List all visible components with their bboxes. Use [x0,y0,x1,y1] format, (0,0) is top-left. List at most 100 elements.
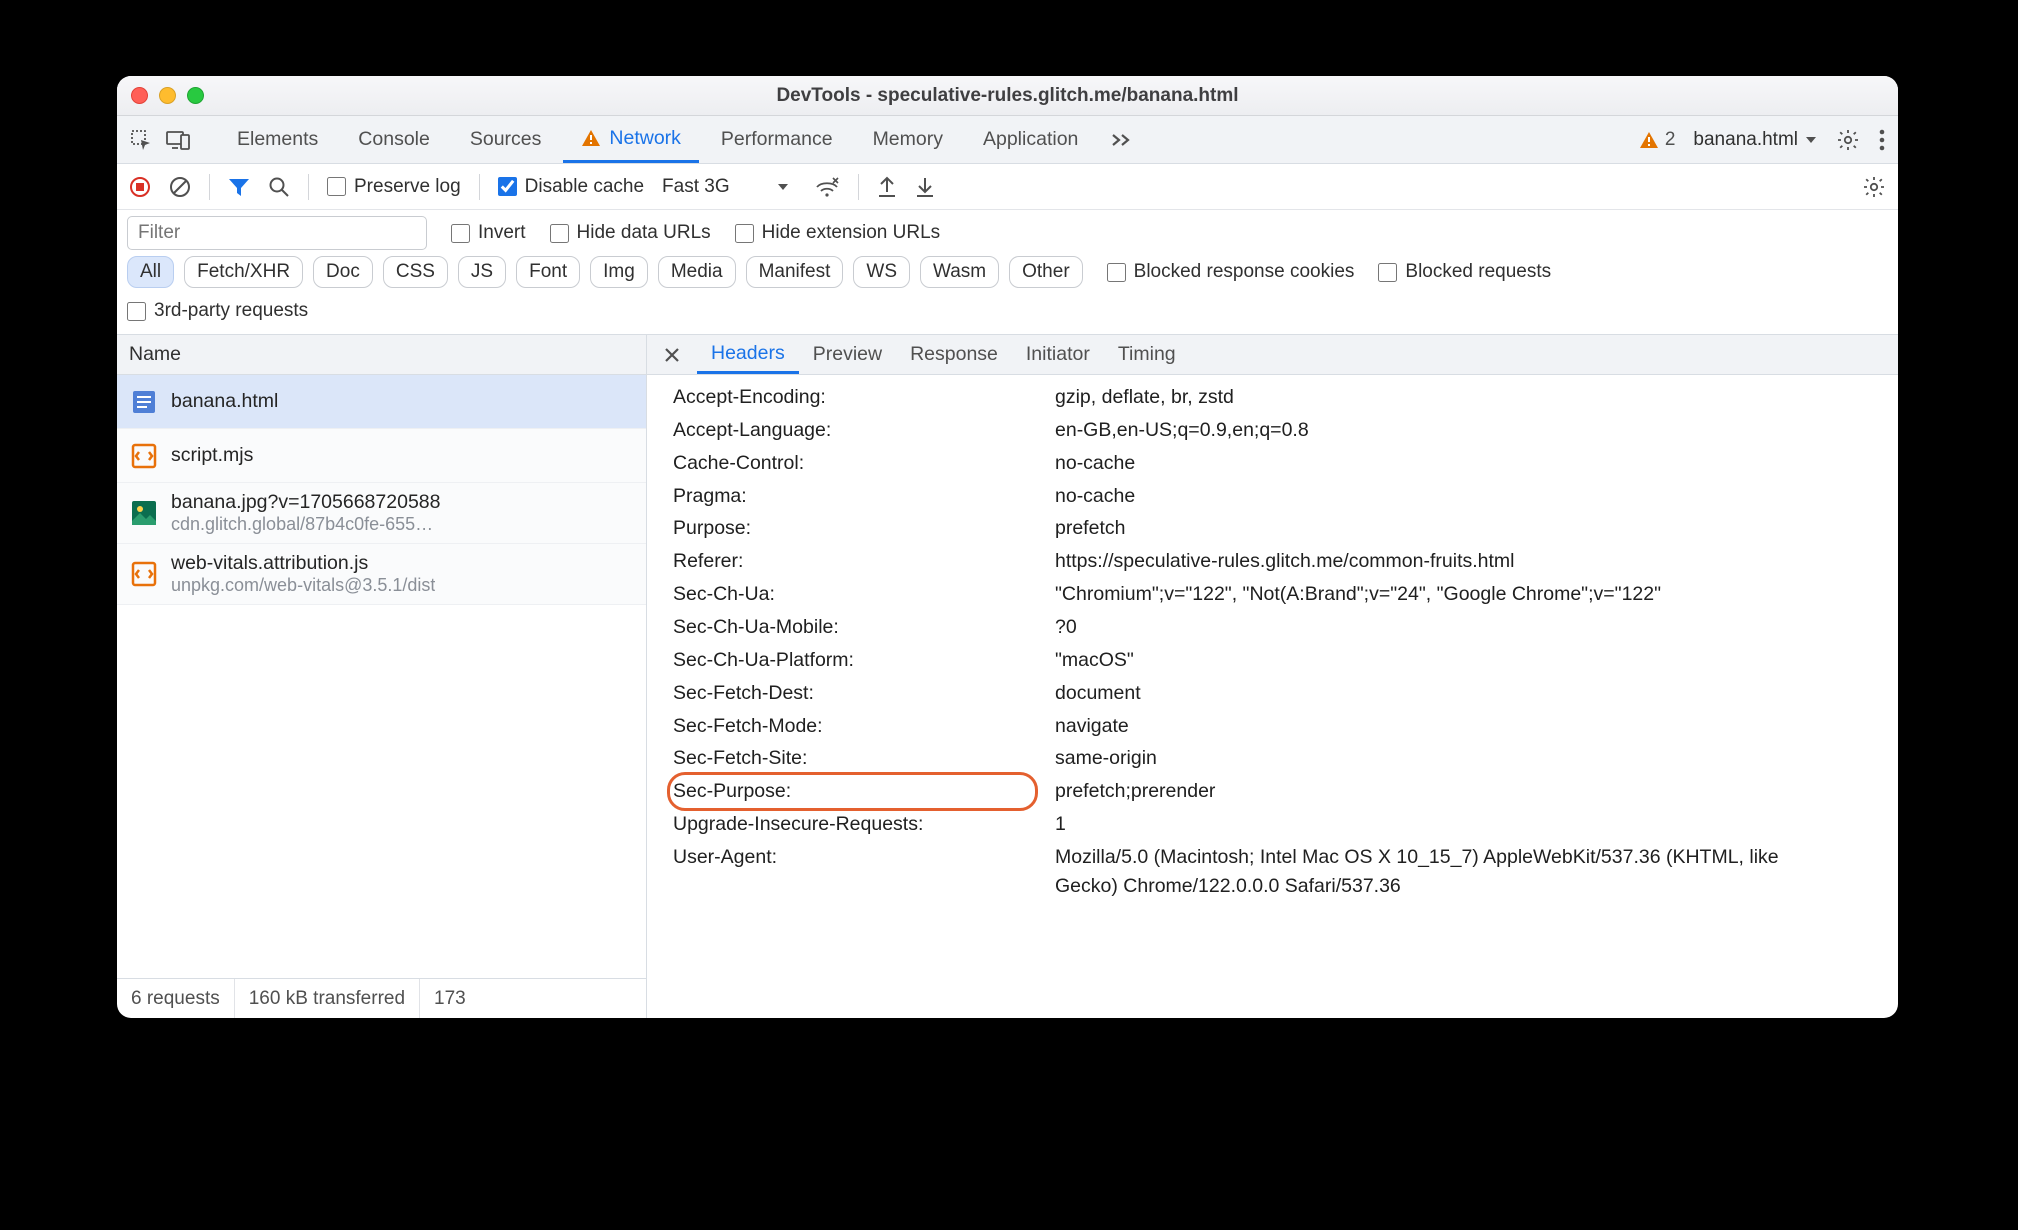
type-chip-css[interactable]: CSS [383,256,448,288]
type-chip-manifest[interactable]: Manifest [746,256,844,288]
type-chip-fetchxhr[interactable]: Fetch/XHR [184,256,303,288]
type-chip-doc[interactable]: Doc [313,256,373,288]
request-row[interactable]: banana.html [117,375,646,429]
disable-cache-checkbox[interactable]: Disable cache [498,176,644,198]
status-transferred: 160 kB transferred [235,979,420,1018]
js-file-icon [129,441,159,471]
preserve-log-label: Preserve log [354,176,461,198]
request-row[interactable]: script.mjs [117,429,646,483]
tab-elements[interactable]: Elements [219,116,336,163]
type-chip-other[interactable]: Other [1009,256,1083,288]
divider [308,174,309,200]
header-row: Accept-Encoding:gzip, deflate, br, zstd [647,381,1898,414]
network-settings-icon[interactable] [1862,175,1886,199]
context-target-label: banana.html [1693,129,1798,151]
more-tabs-button[interactable] [1100,116,1142,163]
issues-counter[interactable]: 2 [1639,129,1676,151]
third-party-label: 3rd-party requests [154,300,308,322]
close-detail-icon[interactable] [655,346,689,364]
header-value: "macOS" [1055,646,1898,675]
divider [479,174,480,200]
inspect-element-icon[interactable] [129,128,153,152]
hide-data-urls-checkbox[interactable]: Hide data URLs [550,222,711,244]
type-chip-img[interactable]: Img [590,256,648,288]
name-column-header[interactable]: Name [117,335,646,375]
header-name: Sec-Fetch-Site: [673,744,1055,773]
hide-extension-urls-checkbox[interactable]: Hide extension URLs [735,222,940,244]
clear-button[interactable] [169,176,191,198]
header-row: Accept-Language:en-GB,en-US;q=0.9,en;q=0… [647,414,1898,447]
hide-ext-label: Hide extension URLs [762,222,940,244]
detail-tab-initiator[interactable]: Initiator [1012,335,1104,374]
filter-icon[interactable] [228,177,250,197]
header-row: Sec-Fetch-Dest:document [647,677,1898,710]
request-row[interactable]: web-vitals.attribution.js unpkg.com/web-… [117,544,646,605]
request-name: banana.html [171,390,278,413]
filter-row: Invert Hide data URLs Hide extension URL… [117,210,1898,254]
headers-section[interactable]: Accept-Encoding:gzip, deflate, br, zstdA… [647,375,1898,1018]
third-party-checkbox[interactable]: 3rd-party requests [127,300,308,322]
header-row: Sec-Ch-Ua:"Chromium";v="122", "Not(A:Bra… [647,578,1898,611]
detail-tab-response[interactable]: Response [896,335,1012,374]
tab-sources[interactable]: Sources [452,116,560,163]
tab-performance[interactable]: Performance [703,116,851,163]
detail-tab-preview[interactable]: Preview [799,335,896,374]
header-row: Purpose:prefetch [647,512,1898,545]
header-name: User-Agent: [673,843,1055,901]
header-value: no-cache [1055,482,1898,511]
header-name: Sec-Purpose: [673,777,1055,806]
search-icon[interactable] [268,176,290,198]
blocked-requests-checkbox[interactable]: Blocked requests [1378,261,1551,283]
header-name: Sec-Fetch-Dest: [673,679,1055,708]
header-name: Sec-Ch-Ua-Mobile: [673,613,1055,642]
request-list-pane: Name banana.html script.mjs banana.jpg?v… [117,335,647,1018]
device-toolbar-icon[interactable] [165,128,191,152]
header-name: Pragma: [673,482,1055,511]
img-file-icon [129,498,159,528]
import-har-icon[interactable] [877,176,897,198]
invert-checkbox[interactable]: Invert [451,222,526,244]
detail-tab-timing[interactable]: Timing [1104,335,1190,374]
preserve-log-checkbox[interactable]: Preserve log [327,176,461,198]
network-conditions-icon[interactable] [814,176,840,198]
type-chip-all[interactable]: All [127,256,174,288]
type-chip-ws[interactable]: WS [853,256,910,288]
settings-icon[interactable] [1836,128,1860,152]
filter-input[interactable] [127,216,427,250]
header-value: gzip, deflate, br, zstd [1055,383,1898,412]
header-name: Sec-Fetch-Mode: [673,712,1055,741]
tab-application[interactable]: Application [965,116,1096,163]
detail-tab-headers[interactable]: Headers [697,335,799,374]
type-chip-font[interactable]: Font [516,256,580,288]
header-value: no-cache [1055,449,1898,478]
doc-file-icon [129,387,159,417]
request-row[interactable]: banana.jpg?v=1705668720588 cdn.glitch.gl… [117,483,646,544]
export-har-icon[interactable] [915,176,935,198]
detail-tabstrip: HeadersPreviewResponseInitiatorTiming [647,335,1898,375]
tab-console[interactable]: Console [340,116,448,163]
panel-tabstrip: Elements Console Sources Network Perform… [117,116,1898,164]
request-domain: unpkg.com/web-vitals@3.5.1/dist [171,575,435,596]
more-menu-icon[interactable] [1878,128,1886,152]
titlebar: DevTools - speculative-rules.glitch.me/b… [117,76,1898,116]
record-button[interactable] [129,176,151,198]
request-list[interactable]: banana.html script.mjs banana.jpg?v=1705… [117,375,646,978]
divider [209,174,210,200]
blocked-cookies-checkbox[interactable]: Blocked response cookies [1107,261,1355,283]
blocked-requests-label: Blocked requests [1405,261,1551,283]
header-value: navigate [1055,712,1898,741]
type-chip-media[interactable]: Media [658,256,736,288]
context-selector[interactable]: banana.html [1693,129,1818,151]
header-name: Accept-Encoding: [673,383,1055,412]
tab-network[interactable]: Network [563,116,699,163]
status-resources: 173 [420,979,480,1018]
chevron-down-icon [776,180,790,194]
network-toolbar: Preserve log Disable cache Fast 3G [117,164,1898,210]
type-chip-wasm[interactable]: Wasm [920,256,999,288]
type-chip-js[interactable]: JS [458,256,506,288]
header-name: Purpose: [673,514,1055,543]
tab-memory[interactable]: Memory [855,116,961,163]
throttle-selector[interactable]: Fast 3G [662,176,796,198]
header-row: Sec-Fetch-Site:same-origin [647,742,1898,775]
header-row: User-Agent:Mozilla/5.0 (Macintosh; Intel… [647,841,1898,903]
